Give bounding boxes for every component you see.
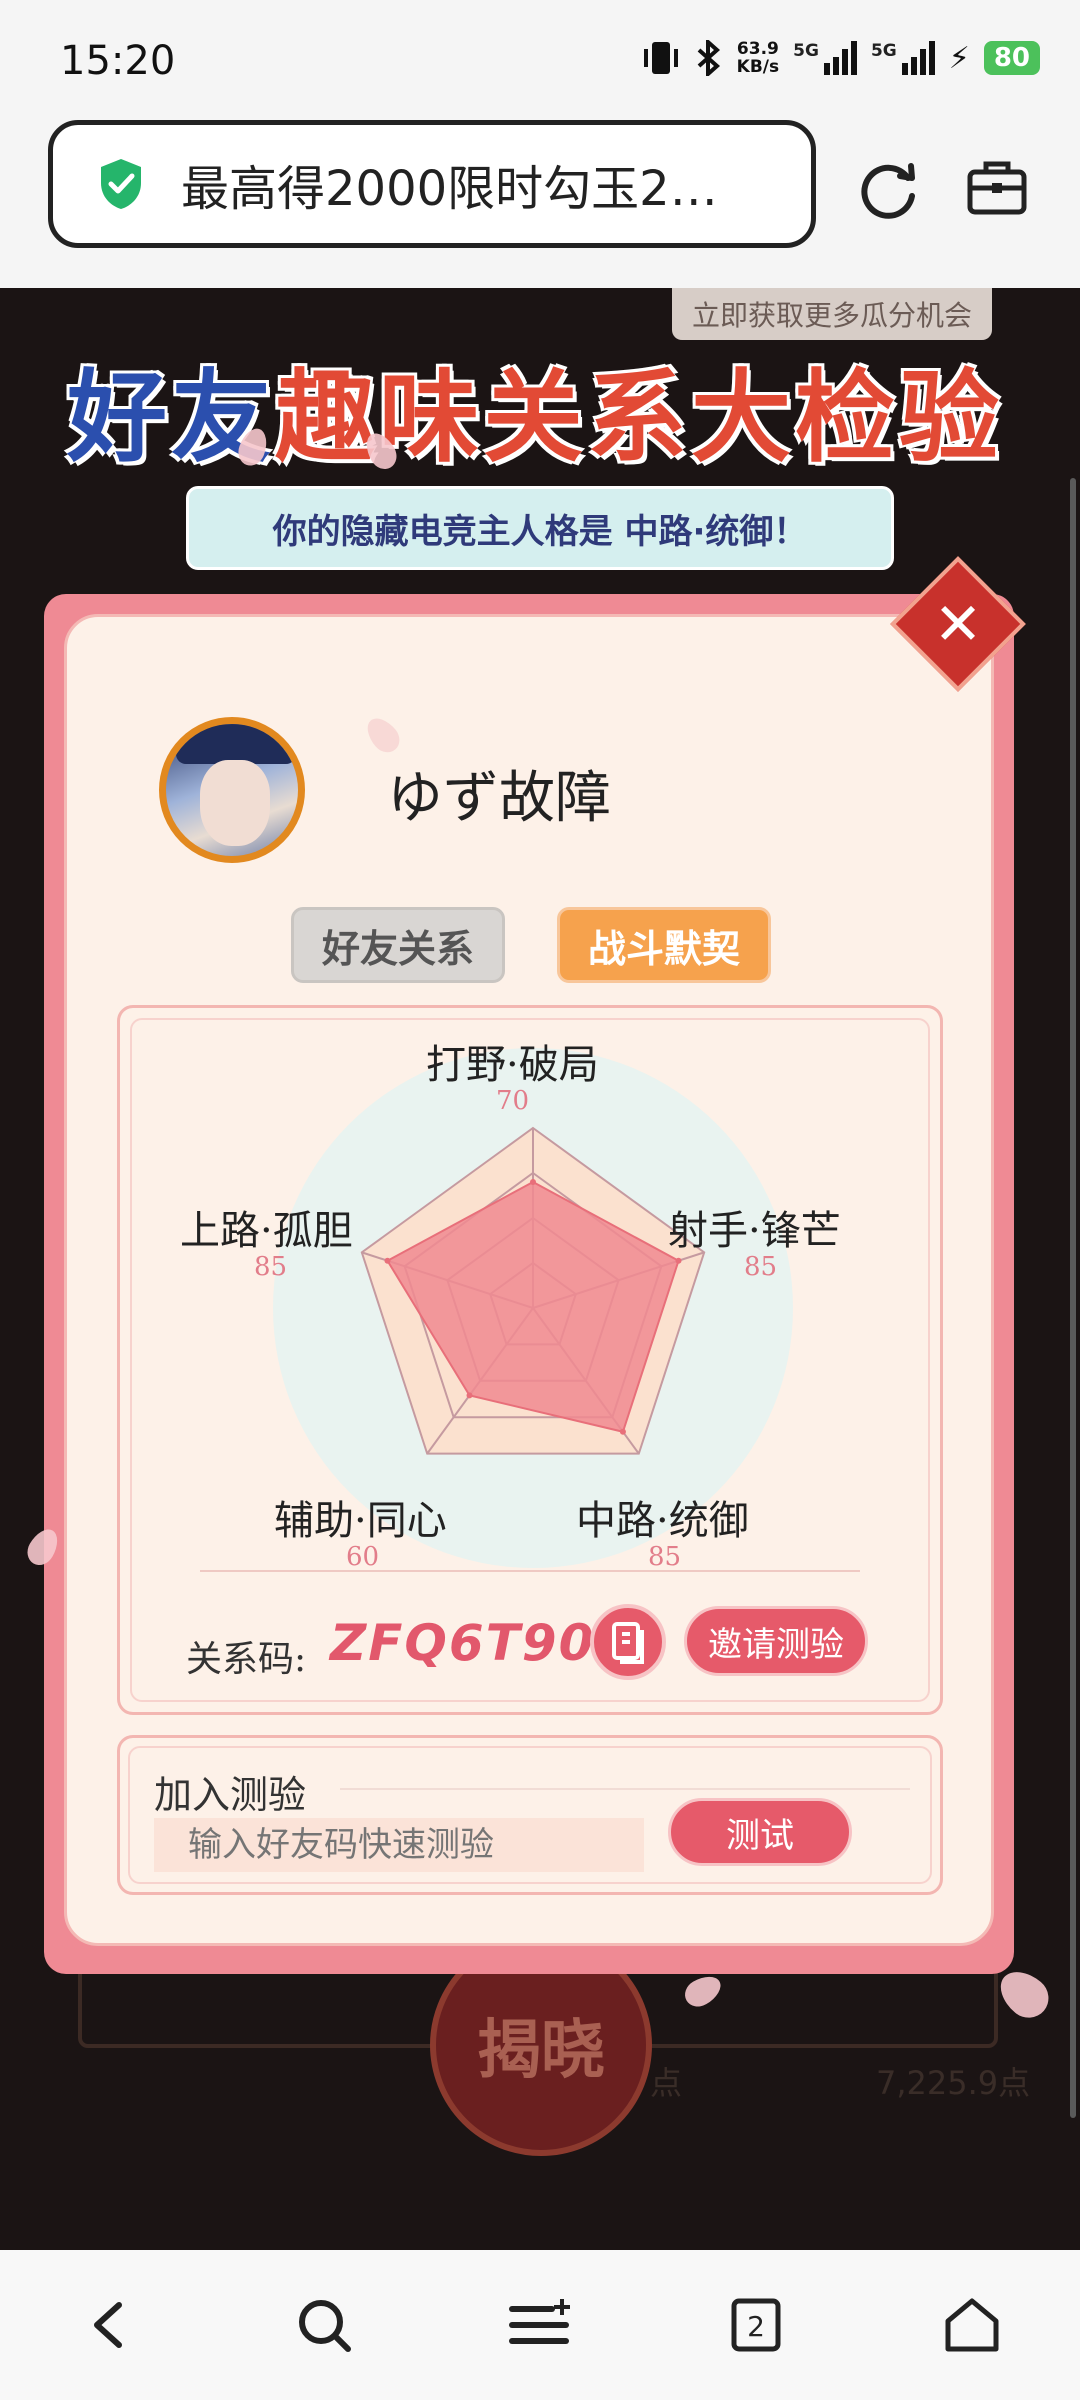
status-icons: 63.9 KB/s 5G 5G ⚡ 80 [641, 40, 1040, 76]
tab-friend-relation[interactable]: 好友关系 [291, 907, 505, 983]
radar-chart [273, 1048, 793, 1568]
net-speed-unit: KB/s [736, 57, 780, 77]
test-button[interactable]: 测试 [668, 1798, 852, 1866]
join-divider [340, 1788, 910, 1790]
axis-label-jungle: 打野·破局 [426, 1042, 599, 1088]
tabs-icon: 2 [731, 2298, 781, 2352]
username: ゆず故障 [387, 766, 611, 831]
tab-battle-synergy[interactable]: 战斗默契 [557, 907, 771, 983]
title-part-2: 趣味关系 [275, 358, 691, 476]
radar-point [675, 1257, 682, 1264]
axis-value-mid: 85 [648, 1542, 682, 1572]
page-title: 好友趣味关系大检验 [30, 336, 1040, 481]
sim1-label: 5G [793, 41, 819, 61]
join-panel: 加入测验 测试 [117, 1735, 943, 1895]
vibrate-icon [643, 42, 678, 74]
axis-label-mid: 中路·统御 [576, 1498, 749, 1544]
join-title: 加入测验 [154, 1773, 307, 1817]
net-speed-value: 63.9 [736, 39, 779, 59]
invite-button[interactable]: 邀请测验 [684, 1606, 868, 1676]
home-button[interactable] [927, 2280, 1017, 2370]
code-label: 关系码: [186, 1639, 307, 1680]
avatar [159, 717, 305, 863]
axis-value-adc: 85 [744, 1252, 778, 1282]
search-icon [299, 2300, 351, 2352]
back-icon [94, 2302, 122, 2348]
signal-icon-2: 5G [871, 41, 935, 75]
avatar-hat [176, 724, 296, 764]
status-bar: 15:20 63.9 KB/s 5G 5G ⚡ 80 [0, 0, 1080, 110]
page-title-text: 最高得2000限时勾玉2… [181, 161, 718, 217]
charging-icon: ⚡ [948, 40, 970, 76]
back-button[interactable] [63, 2280, 153, 2370]
copy-code-button[interactable] [590, 1604, 666, 1680]
close-icon: ✕ [933, 590, 983, 658]
axis-label-adc: 射手·锋芒 [668, 1208, 841, 1254]
menu-icon [509, 2299, 570, 2344]
tabs-button[interactable]: 2 [711, 2280, 801, 2370]
sim2-label: 5G [870, 41, 897, 61]
home-icon [945, 2298, 999, 2352]
result-card-inner: ゆず故障 好友关系 战斗默契 打野·破局 70 射手·锋芒 85 中路·统御 8… [64, 614, 994, 1946]
tab-count: 2 [747, 2310, 765, 2343]
axis-value-support: 60 [346, 1542, 380, 1572]
menu-button[interactable] [495, 2280, 585, 2370]
radar-panel: 打野·破局 70 射手·锋芒 85 中路·统御 85 辅助·同心 60 上路·孤… [117, 1005, 943, 1715]
result-card: ゆず故障 好友关系 战斗默契 打野·破局 70 射手·锋芒 85 中路·统御 8… [44, 594, 1014, 1974]
axis-value-jungle: 70 [496, 1086, 530, 1116]
bottom-navigation: 2 [0, 2250, 1080, 2400]
divider [200, 1570, 860, 1572]
background-text: 点 [650, 2064, 683, 2102]
net-speed: 63.9 KB/s [737, 40, 779, 76]
scrollbar[interactable] [1070, 478, 1076, 2118]
status-time: 15:20 [60, 38, 176, 84]
copy-icon [612, 1622, 644, 1664]
axis-label-support: 辅助·同心 [274, 1498, 447, 1544]
more-chances-link[interactable]: 立即获取更多瓜分机会 [671, 288, 992, 340]
radar-point [530, 1179, 536, 1185]
reload-icon[interactable] [856, 156, 922, 222]
browser-toolbar: 最高得2000限时勾玉2… [0, 110, 1080, 288]
shield-check-icon [101, 159, 141, 209]
avatar-face [200, 760, 270, 846]
friend-code-input[interactable] [154, 1818, 644, 1872]
subtitle-ribbon: 你的隐藏电竞主人格是 中路·统御！ [186, 486, 894, 570]
bluetooth-icon [697, 40, 720, 76]
signal-icon: 5G [793, 41, 857, 75]
background-points: 7,225.9点 [876, 2064, 1031, 2102]
radar-point [466, 1392, 473, 1399]
search-button[interactable] [279, 2280, 369, 2370]
title-part-3: 大检验 [691, 358, 1003, 476]
radar-point [384, 1257, 391, 1264]
web-page: 揭晓 点 7,225.9点 立即获取更多瓜分机会 好友趣味关系大检验 你的隐藏电… [0, 288, 1080, 2250]
radar-point [619, 1428, 626, 1435]
address-bar[interactable]: 最高得2000限时勾玉2… [48, 120, 816, 248]
battery-level: 80 [983, 41, 1040, 75]
toolbox-icon[interactable] [964, 154, 1030, 220]
axis-label-top: 上路·孤胆 [180, 1208, 353, 1254]
axis-value-top: 85 [254, 1252, 288, 1282]
